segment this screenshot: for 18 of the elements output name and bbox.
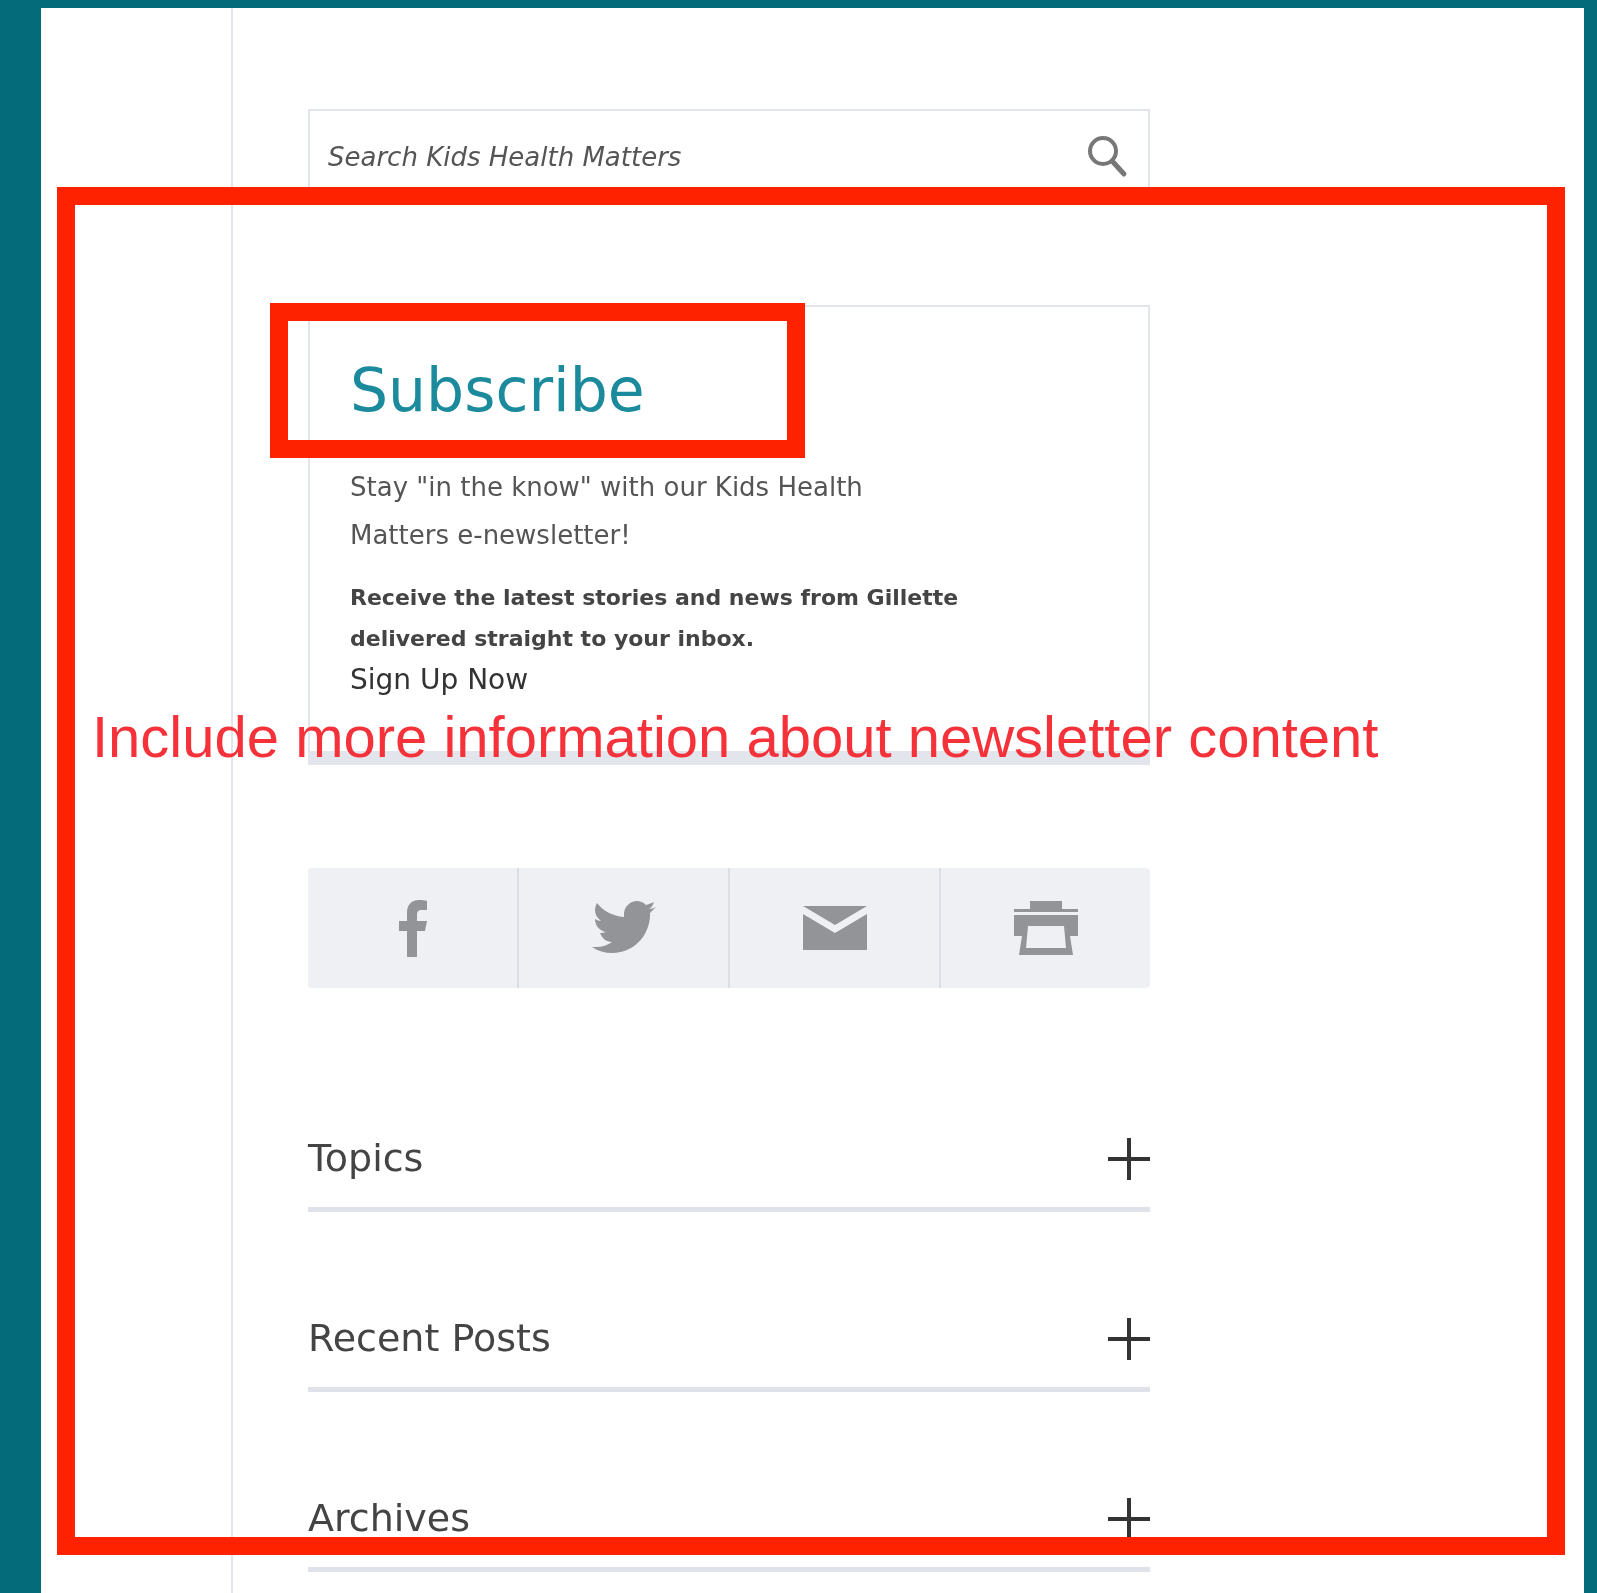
expand-toggle[interactable] (1108, 1497, 1150, 1540)
annotation-note: Include more information about newsletter content (92, 703, 1379, 771)
newsletter-details: Receive the latest stories and news from Gillette delivered straight to your inbox. (350, 584, 960, 653)
section-title: Archives (308, 1495, 470, 1542)
bird-icon (590, 900, 657, 956)
newsletter-intro: Stay "in the know" with our Kids Health Matters e-newsletter! (350, 471, 864, 552)
section-title: Topics (308, 1135, 424, 1182)
expand-toggle[interactable] (1108, 1137, 1150, 1180)
section-title: Recent Posts (308, 1315, 551, 1362)
section-header[interactable]: Archives (308, 1478, 1150, 1572)
facebook-icon (397, 899, 428, 957)
sign-up-link[interactable]: Sign Up Now (350, 663, 529, 696)
subscribe-heading: Subscribe (350, 357, 646, 423)
printer-icon (1013, 900, 1078, 956)
envelope-icon (801, 905, 868, 951)
section-header[interactable]: Recent Posts (308, 1298, 1150, 1392)
expand-toggle[interactable] (1108, 1317, 1150, 1360)
section-header[interactable]: Topics (308, 1118, 1150, 1212)
